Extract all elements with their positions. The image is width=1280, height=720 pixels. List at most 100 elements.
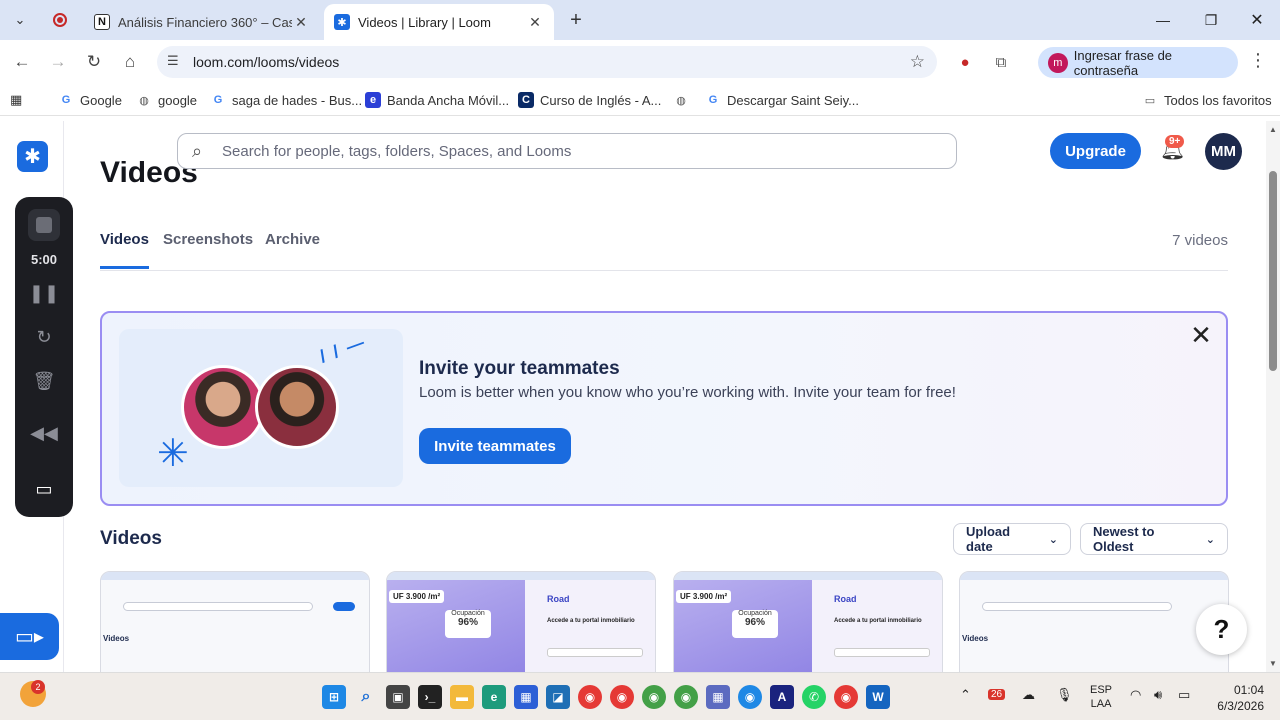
file-explorer-icon[interactable]: ▬ bbox=[450, 685, 474, 709]
sort-field-label: Upload date bbox=[966, 524, 1011, 554]
stop-recording-button[interactable] bbox=[28, 209, 60, 241]
camera-toggle-icon[interactable]: ▭ bbox=[15, 479, 73, 500]
sort-order-dropdown[interactable]: Newest to Oldest ⌄ bbox=[1080, 523, 1228, 555]
chrome-profile-4-icon[interactable]: ◉ bbox=[834, 685, 858, 709]
rewind-icon[interactable]: ◀◀ bbox=[15, 423, 73, 444]
scroll-down-icon[interactable]: ▼ bbox=[1268, 659, 1278, 668]
loom-star-icon: ✳ bbox=[157, 433, 189, 475]
restore-icon[interactable]: ❐ bbox=[1188, 0, 1234, 40]
thumb-occupancy-value: 96% bbox=[744, 617, 765, 628]
tab-videos[interactable]: Videos bbox=[100, 231, 149, 269]
chrome-profile-2-icon[interactable]: ◉ bbox=[674, 685, 698, 709]
chrome-profile-icon[interactable]: ◉ bbox=[642, 685, 666, 709]
video-thumbnail[interactable]: Videos bbox=[100, 571, 370, 672]
page-scrollbar[interactable]: ▲ ▼ bbox=[1266, 121, 1280, 672]
bookmark-saint-seiya[interactable]: G Descargar Saint Seiy... bbox=[705, 91, 859, 109]
url-text[interactable]: loom.com/looms/videos bbox=[193, 54, 339, 70]
upgrade-button[interactable]: Upgrade bbox=[1050, 133, 1141, 169]
minimize-icon[interactable]: — bbox=[1140, 0, 1186, 40]
language-indicator[interactable]: ESP LAA bbox=[1090, 683, 1112, 711]
browser-tab-strip: ⌄ N Análisis Financiero 360° – Caso ✕ ✱ … bbox=[0, 0, 1280, 40]
bookmark-saga-de-hades[interactable]: Gsaga de hades - Bus... bbox=[210, 91, 362, 109]
camera-bubble-button[interactable]: ▭▸ bbox=[0, 613, 59, 660]
edge-icon[interactable]: e bbox=[482, 685, 506, 709]
search-input[interactable] bbox=[222, 138, 942, 164]
chrome-active-icon[interactable]: ◉ bbox=[610, 685, 634, 709]
bookmark-curso-ingles[interactable]: C Curso de Inglés - A... bbox=[518, 91, 661, 109]
bookmark-star-icon[interactable]: ☆ bbox=[910, 52, 925, 72]
new-tab-plus-icon[interactable]: + bbox=[564, 8, 588, 32]
tab-search-chevron-icon[interactable]: ⌄ bbox=[8, 8, 32, 32]
system-clock[interactable]: 01:04 6/3/2026 bbox=[1208, 682, 1264, 714]
bookmark-globe[interactable]: ◍ bbox=[673, 91, 695, 109]
onedrive-icon[interactable]: ☁ bbox=[1022, 687, 1035, 703]
app-a-icon[interactable]: A bbox=[770, 685, 794, 709]
sort-field-dropdown[interactable]: Upload date ⌄ bbox=[953, 523, 1071, 555]
calendar-badge-icon[interactable]: 26 bbox=[988, 689, 1006, 700]
profile-button[interactable]: m Ingresar frase de contraseña bbox=[1038, 47, 1238, 78]
pause-icon[interactable]: ❚❚ bbox=[15, 283, 73, 304]
back-icon[interactable]: ← bbox=[10, 50, 34, 74]
loom-icon: ✱ bbox=[334, 14, 350, 30]
bookmark-label: Google bbox=[80, 92, 122, 108]
reload-icon[interactable]: ↻ bbox=[82, 50, 106, 74]
bookmark-banda-ancha[interactable]: e Banda Ancha Móvil... bbox=[365, 91, 509, 109]
task-view-icon[interactable]: ▣ bbox=[386, 685, 410, 709]
bookmarks-bar: ▦ G Google ◍ google Gsaga de hades - Bus..… bbox=[0, 84, 1280, 116]
terminal-icon[interactable]: ›_ bbox=[418, 685, 442, 709]
word-icon[interactable]: W bbox=[866, 685, 890, 709]
forward-icon[interactable]: → bbox=[46, 50, 70, 74]
language-code: ESP bbox=[1090, 684, 1113, 696]
store-icon[interactable]: ▦ bbox=[514, 685, 538, 709]
tab-archive[interactable]: Archive bbox=[265, 231, 320, 266]
help-button[interactable]: ? bbox=[1196, 604, 1247, 655]
microphone-icon[interactable]: 🎙︎ bbox=[1056, 687, 1073, 703]
thumb-headline: Accede a tu portal inmobiliario bbox=[547, 618, 635, 624]
record-indicator-icon[interactable] bbox=[48, 8, 72, 32]
chrome-profile-3-icon[interactable]: ◉ bbox=[738, 685, 762, 709]
apps-grid-icon[interactable]: ▦ bbox=[10, 91, 22, 109]
battery-icon[interactable]: ▭ bbox=[1178, 687, 1190, 703]
chrome-icon[interactable]: ◉ bbox=[578, 685, 602, 709]
windows-start-icon[interactable]: ⊞ bbox=[322, 685, 346, 709]
browser-tab-notion[interactable]: N Análisis Financiero 360° – Caso ✕ bbox=[84, 4, 320, 40]
bookmark-google[interactable]: G Google bbox=[58, 91, 122, 109]
photos-icon[interactable]: ◪ bbox=[546, 685, 570, 709]
invite-teammates-button[interactable]: Invite teammates bbox=[419, 428, 571, 464]
loom-logo-icon[interactable]: ✱ bbox=[17, 141, 48, 172]
browser-menu-icon[interactable]: ⋮ bbox=[1248, 50, 1268, 74]
bookmark-google-lower[interactable]: ◍ google bbox=[136, 91, 197, 109]
search-taskbar-icon[interactable]: ⌕ bbox=[354, 685, 378, 709]
calculator-icon[interactable]: ▦ bbox=[706, 685, 730, 709]
wifi-icon[interactable]: ◠ bbox=[1130, 687, 1141, 703]
close-window-icon[interactable]: ✕ bbox=[1234, 0, 1280, 40]
home-icon[interactable]: ⌂ bbox=[118, 50, 142, 74]
delete-icon[interactable]: 🗑︎ bbox=[15, 371, 73, 392]
extension-loom-recorder-icon[interactable]: ● bbox=[954, 51, 976, 73]
site-settings-icon[interactable]: ☰ bbox=[167, 53, 185, 71]
scroll-thumb[interactable] bbox=[1269, 171, 1277, 371]
tray-chevron-icon[interactable]: ⌃ bbox=[960, 687, 971, 703]
close-tab-icon[interactable]: ✕ bbox=[292, 14, 310, 31]
videos-heading: Videos bbox=[100, 528, 162, 549]
tab-screenshots[interactable]: Screenshots bbox=[163, 231, 253, 266]
global-search[interactable]: ⌕ bbox=[177, 133, 957, 169]
video-thumbnail[interactable]: UF 3.900 /m² Ocupación 96% Road Accede a … bbox=[673, 571, 943, 672]
library-tabs: Videos Screenshots Archive 7 videos bbox=[100, 221, 1228, 271]
close-banner-icon[interactable]: ✕ bbox=[1188, 322, 1214, 349]
volume-icon[interactable]: 🔊︎ bbox=[1154, 687, 1162, 703]
extensions-puzzle-icon[interactable]: ⧉ bbox=[990, 51, 1012, 73]
browser-tab-loom[interactable]: ✱ Videos | Library | Loom ✕ bbox=[324, 4, 554, 40]
video-thumbnail[interactable]: UF 3.900 /m² Ocupación 96% Road Accede a … bbox=[386, 571, 656, 672]
sparkle-dashes-icon: / / — bbox=[316, 331, 369, 367]
user-avatar[interactable]: MM bbox=[1205, 133, 1242, 170]
restart-icon[interactable]: ↻ bbox=[15, 327, 73, 348]
scroll-up-icon[interactable]: ▲ bbox=[1268, 125, 1278, 134]
video-thumbnail[interactable]: Videos bbox=[959, 571, 1229, 672]
close-tab-icon[interactable]: ✕ bbox=[526, 14, 544, 31]
whatsapp-icon[interactable]: ✆ bbox=[802, 685, 826, 709]
all-bookmarks-folder[interactable]: ▭ Todos los favoritos bbox=[1142, 91, 1272, 109]
thumb-occupancy-value: 96% bbox=[457, 617, 478, 628]
address-bar[interactable]: ☰ loom.com/looms/videos ☆ bbox=[157, 46, 937, 78]
thumb-label: Videos bbox=[962, 634, 989, 643]
